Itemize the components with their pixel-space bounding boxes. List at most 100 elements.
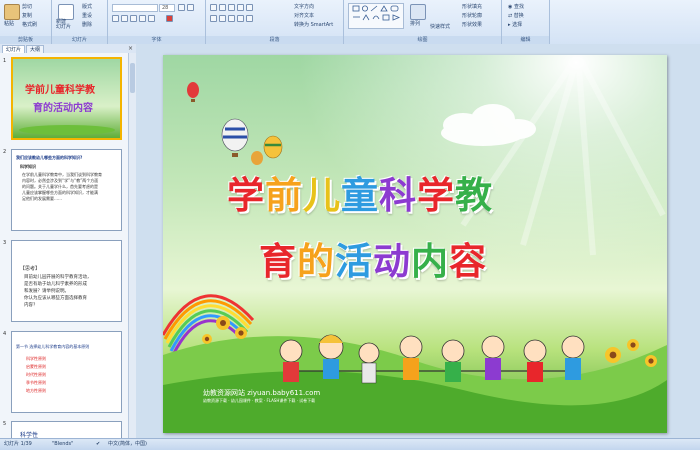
thumb-list-item: 启蒙性原则 <box>26 364 46 369</box>
thumb-body-line: 足他们的发展需要…… <box>22 196 62 201</box>
shapes-gallery[interactable] <box>348 3 404 29</box>
strikethrough-icon[interactable] <box>139 15 146 22</box>
thumb-list-item: 科学性原则 <box>26 356 46 361</box>
title-glyph: 童 <box>341 174 379 217</box>
replace-button[interactable]: ⇄ 替换 <box>508 12 524 19</box>
clipboard-group-label: 剪贴板 <box>0 36 51 44</box>
editing-group-label: 编辑 <box>502 36 549 44</box>
new-slide-icon[interactable] <box>58 4 74 20</box>
format-painter-button[interactable]: 格式刷 <box>22 21 37 28</box>
shadow-icon[interactable] <box>148 15 155 22</box>
shape-effects-button[interactable]: 形状效果 <box>462 21 482 28</box>
increase-indent-icon[interactable] <box>237 4 244 11</box>
select-button[interactable]: ▸ 选择 <box>508 21 522 28</box>
line-spacing-icon[interactable] <box>246 4 253 11</box>
title-glyph: 动 <box>373 240 411 283</box>
grow-font-icon[interactable] <box>178 4 185 11</box>
title-glyph: 活 <box>335 240 373 283</box>
align-left-icon[interactable] <box>210 15 217 22</box>
reset-button[interactable]: 重设 <box>82 12 92 19</box>
thumb-title-1: 学前儿童科学教 <box>25 85 95 96</box>
drawing-group-label: 绘图 <box>344 36 501 44</box>
font-color-icon[interactable] <box>166 15 173 22</box>
slide-title-line-2[interactable]: 育的活动内容 <box>259 231 487 285</box>
watermark-subtext: 幼教资源下载 · 幼儿园课件 · 教案 · FLASH课件下载 · 试卷下载 <box>203 398 316 403</box>
title-glyph: 的 <box>297 240 335 283</box>
slide-title-line-1[interactable]: 学前儿童科学教 <box>227 165 493 219</box>
bullets-icon[interactable] <box>210 4 217 11</box>
thumb-list-item: 季节性原则 <box>26 380 46 385</box>
shape-fill-button[interactable]: 形状填充 <box>462 3 482 10</box>
paste-button[interactable]: 粘贴 <box>4 20 14 27</box>
text-direction-button[interactable]: 文字方向 <box>294 3 314 10</box>
slide-thumbnail-2[interactable]: 我们应该教幼儿哪些方面的科学知识? 科学知识 在学前儿童科学教育中，当我们谈到科… <box>11 149 122 231</box>
delete-button[interactable]: 删除 <box>82 21 92 28</box>
slides-group-label: 幻灯片 <box>52 36 107 44</box>
thumb-grass <box>19 125 115 135</box>
underline-icon[interactable] <box>130 15 137 22</box>
thumb-body-line: 你认为应该从哪些方面选择教育 <box>24 296 87 301</box>
close-pane-icon[interactable]: × <box>128 45 133 52</box>
smartart-button[interactable]: 转换为 SmartArt <box>294 21 333 28</box>
watermark-text: 幼教资源网站 ziyuan.baby611.com <box>203 389 321 397</box>
slide-thumbnail-3[interactable]: 【思考】 目前幼儿园开展的科学教育活动， 是否有助于幼儿科学素养的形成 和发展？… <box>11 240 122 322</box>
title-glyph: 学 <box>417 174 455 217</box>
slide-thumbnail-1[interactable]: 学前儿童科学教 育的活动内容 <box>11 57 122 140</box>
hot-air-balloon-icon <box>263 135 283 159</box>
font-name-field[interactable] <box>112 4 158 12</box>
spellcheck-icon[interactable]: ✔ <box>96 439 100 450</box>
align-center-icon[interactable] <box>219 15 226 22</box>
thumb-heading: 第一节 选择幼儿科学教育内容的基本原则 <box>16 344 90 349</box>
paragraph-group: 文字方向 对齐文本 转换为 SmartArt 段落 <box>206 0 344 44</box>
slide-thumbnail-5[interactable]: 科学性 <box>11 421 122 438</box>
slide-thumbnail-4[interactable]: 第一节 选择幼儿科学教育内容的基本原则 科学性原则 启蒙性原则 时代性原则 季节… <box>11 331 122 413</box>
font-size-field[interactable]: 28 <box>159 4 175 12</box>
status-bar: 幻灯片 1/39 "Blends" ✔ 中文(简体，中国) <box>0 438 700 450</box>
thumb-title-2: 育的活动内容 <box>33 103 93 114</box>
quick-styles-button[interactable]: 快速样式 <box>430 23 450 30</box>
justify-icon[interactable] <box>237 15 244 22</box>
thumb-number: 4 <box>3 331 7 337</box>
font-group-label: 字体 <box>108 36 205 44</box>
thumb-sub: 科学知识 <box>20 164 36 169</box>
thumb-number: 5 <box>3 421 7 427</box>
thumb-list-item: 地方性原则 <box>26 388 46 393</box>
align-right-icon[interactable] <box>228 15 235 22</box>
thumb-body-line: 和发展？请举例说明。 <box>24 289 69 294</box>
cut-button[interactable]: 剪切 <box>22 3 32 10</box>
thumb-number: 1 <box>3 58 7 64</box>
title-glyph: 容 <box>449 240 487 283</box>
numbering-icon[interactable] <box>219 4 226 11</box>
paste-icon[interactable] <box>4 4 20 20</box>
italic-icon[interactable] <box>121 15 128 22</box>
title-glyph: 科 <box>379 174 417 217</box>
title-glyph: 育 <box>259 240 297 283</box>
align-text-button[interactable]: 对齐文本 <box>294 12 314 19</box>
title-glyph: 儿 <box>303 174 341 217</box>
bold-icon[interactable] <box>112 15 119 22</box>
shrink-font-icon[interactable] <box>187 4 194 11</box>
title-glyph: 教 <box>455 174 493 217</box>
layout-button[interactable]: 版式 <box>82 3 92 10</box>
columns-icon[interactable] <box>246 15 253 22</box>
thumb-body-line: 是否有助于幼儿科学素养的形成 <box>24 282 87 287</box>
thumb-list-item: 时代性原则 <box>26 372 46 377</box>
scrollbar-thumb[interactable] <box>130 63 135 93</box>
shape-outline-button[interactable]: 形状轮廓 <box>462 12 482 19</box>
arrange-icon[interactable] <box>410 4 426 20</box>
thumb-body-line: 内容？ <box>24 303 38 308</box>
find-button[interactable]: ◉ 查找 <box>508 3 524 10</box>
slide-thumbnail-pane[interactable]: 1 学前儿童科学教 育的活动内容 2 我们应该教幼儿哪些方面的科学知识? 科学知… <box>0 53 128 438</box>
theme-name: "Blends" <box>52 441 74 447</box>
drawing-group: 排列 快速样式 形状填充 形状轮廓 形状效果 绘图 <box>344 0 502 44</box>
arrange-button[interactable]: 排列 <box>410 20 420 27</box>
thumb-heading: 我们应该教幼儿哪些方面的科学知识? <box>16 155 83 160</box>
font-group: 28 字体 <box>108 0 206 44</box>
title-glyph: 内 <box>411 240 449 283</box>
thumb-text: 科学性 <box>20 432 39 438</box>
copy-button[interactable]: 复制 <box>22 12 32 19</box>
language-indicator[interactable]: 中文(简体，中国) <box>108 439 147 450</box>
main-slide[interactable]: 学前儿童科学教 育的活动内容 幼教资源网站 ziyuan.baby611.com… <box>163 55 667 433</box>
decrease-indent-icon[interactable] <box>228 4 235 11</box>
new-slide-button[interactable]: 新建 幻灯片 <box>56 20 71 30</box>
